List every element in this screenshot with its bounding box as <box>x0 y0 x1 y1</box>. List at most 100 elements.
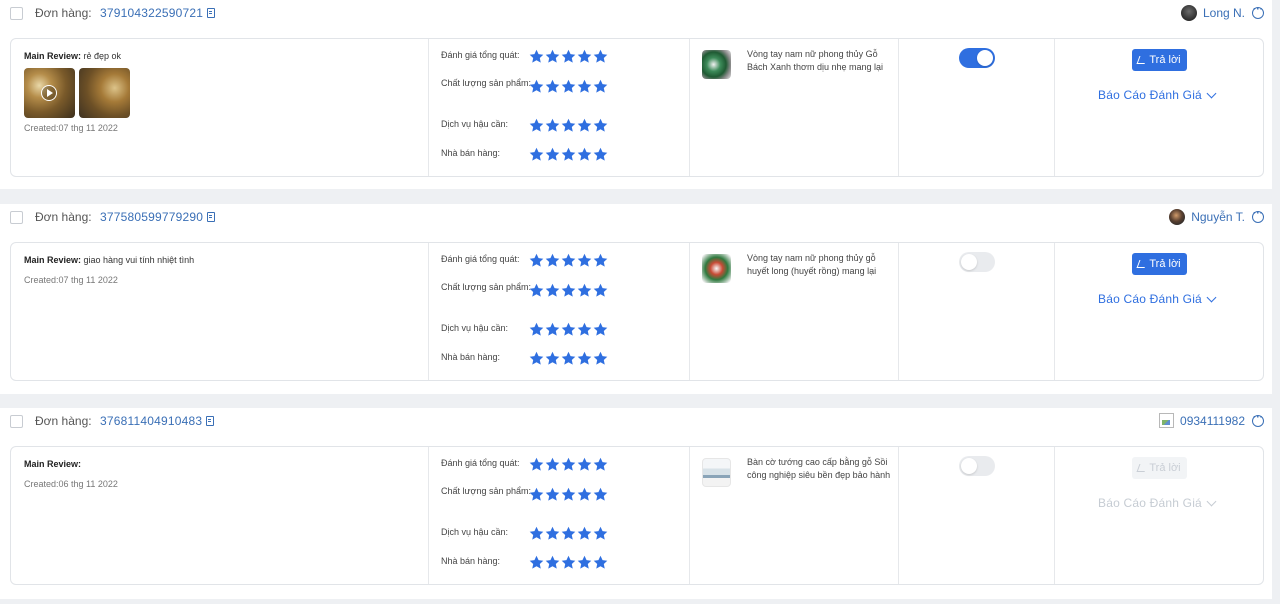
product-image[interactable] <box>702 254 731 283</box>
reply-button[interactable]: Trả lời <box>1132 457 1187 479</box>
star-icon <box>529 457 544 472</box>
rating-label: Dịch vụ hậu cần: <box>441 119 509 129</box>
star-icon <box>561 49 576 64</box>
reply-button[interactable]: Trả lời <box>1132 49 1187 71</box>
reply-button[interactable]: Trả lời <box>1132 253 1187 275</box>
star-icon <box>561 147 576 162</box>
star-icon <box>561 457 576 472</box>
product-column: Vòng tay nam nữ phong thủy gỗ huyết long… <box>690 243 899 380</box>
star-icon <box>545 351 560 366</box>
report-label: Báo Cáo Đánh Giá <box>1098 88 1202 102</box>
star-icon <box>529 253 544 268</box>
review-image-thumbnail[interactable] <box>79 68 130 118</box>
star-icon <box>545 487 560 502</box>
more-options-icon[interactable] <box>1252 4 1264 19</box>
star-icon <box>529 322 544 337</box>
order-id-link[interactable]: 379104322590721 <box>100 6 216 20</box>
star-icon <box>577 487 592 502</box>
product-name[interactable]: Vòng tay nam nữ phong thủy Gỗ Bách Xanh … <box>747 48 895 74</box>
star-icon <box>593 487 608 502</box>
review-media <box>24 68 130 118</box>
star-icon <box>545 79 560 94</box>
pencil-icon <box>1136 464 1148 472</box>
order-id-link[interactable]: 376811404910483 <box>100 414 215 428</box>
order-checkbox[interactable] <box>10 7 23 20</box>
product-image[interactable] <box>702 50 731 79</box>
more-options-icon[interactable] <box>1252 412 1264 427</box>
rating-label: Dịch vụ hậu cần: <box>441 323 509 333</box>
visibility-column <box>899 243 1055 380</box>
star-icon <box>545 118 560 133</box>
reviewer-name: Nguyễn T. <box>1191 210 1245 224</box>
created-date: Created:07 thg 11 2022 <box>24 123 118 133</box>
review-column: Main Review: rẻ đẹp ok Created:07 thg 11… <box>11 39 429 176</box>
main-review-label: Main Review: <box>24 51 82 61</box>
review-video-thumbnail[interactable] <box>24 68 75 118</box>
star-icon <box>577 555 592 570</box>
visibility-toggle[interactable] <box>959 252 995 272</box>
chevron-down-icon <box>1206 88 1217 98</box>
chevron-down-icon <box>1206 496 1217 506</box>
ratings-column: Đánh giá tổng quát: Chất lượng sản phẩm: D… <box>429 447 690 584</box>
star-icon <box>529 526 544 541</box>
rating-label: Nhà bán hàng: <box>441 556 501 566</box>
order-block: Đơn hàng: 376811404910483 0934111982 Mai… <box>0 408 1272 599</box>
reviewer-name: 0934111982 <box>1180 413 1245 428</box>
product-name[interactable]: Bàn cờ tướng cao cấp bằng gỗ Sồi công ng… <box>747 456 895 482</box>
product-name[interactable]: Vòng tay nam nữ phong thủy gỗ huyết long… <box>747 252 895 278</box>
star-icon <box>593 322 608 337</box>
order-header: Đơn hàng: 379104322590721 Long N. <box>0 0 1272 28</box>
star-icon <box>561 351 576 366</box>
star-icon <box>593 79 608 94</box>
rating-label: Chất lượng sản phẩm: <box>441 486 531 496</box>
rating-label: Đánh giá tổng quát: <box>441 254 520 264</box>
copy-icon[interactable] <box>206 416 215 426</box>
reply-label: Trả lời <box>1149 258 1181 270</box>
reviewer[interactable]: Nguyễn T. <box>1169 209 1245 225</box>
more-options-icon[interactable] <box>1252 208 1264 223</box>
star-rating <box>529 147 608 162</box>
rating-label: Đánh giá tổng quát: <box>441 458 520 468</box>
star-icon <box>529 49 544 64</box>
star-icon <box>593 253 608 268</box>
order-checkbox[interactable] <box>10 415 23 428</box>
order-id-link[interactable]: 377580599779290 <box>100 210 216 224</box>
reviewer[interactable]: 0934111982 <box>1159 413 1245 428</box>
rating-label: Nhà bán hàng: <box>441 148 501 158</box>
star-rating <box>529 79 608 94</box>
review-column: Main Review: Created:06 thg 11 2022 <box>11 447 429 584</box>
report-review-dropdown[interactable]: Báo Cáo Đánh Giá <box>1098 292 1217 306</box>
order-block: Đơn hàng: 377580599779290 Nguyễn T. Main… <box>0 204 1272 394</box>
star-icon <box>577 118 592 133</box>
order-label: Đơn hàng: <box>35 6 92 20</box>
reply-label: Trả lời <box>1149 54 1181 66</box>
report-review-dropdown[interactable]: Báo Cáo Đánh Giá <box>1098 496 1217 510</box>
report-label: Báo Cáo Đánh Giá <box>1098 496 1202 510</box>
copy-icon[interactable] <box>207 212 216 222</box>
star-icon <box>593 351 608 366</box>
report-label: Báo Cáo Đánh Giá <box>1098 292 1202 306</box>
pencil-icon <box>1136 260 1148 268</box>
avatar <box>1159 413 1175 428</box>
star-rating <box>529 457 608 472</box>
star-icon <box>545 457 560 472</box>
actions-column: Trả lời Báo Cáo Đánh Giá <box>1055 243 1265 380</box>
created-date: Created:07 thg 11 2022 <box>24 275 118 285</box>
created-date: Created:06 thg 11 2022 <box>24 479 118 489</box>
copy-icon[interactable] <box>207 8 216 18</box>
order-block: Đơn hàng: 379104322590721 Long N. Main R… <box>0 0 1272 189</box>
report-review-dropdown[interactable]: Báo Cáo Đánh Giá <box>1098 88 1217 102</box>
star-rating <box>529 118 608 133</box>
visibility-toggle[interactable] <box>959 48 995 68</box>
star-icon <box>593 118 608 133</box>
star-icon <box>529 351 544 366</box>
visibility-toggle[interactable] <box>959 456 995 476</box>
main-review-label: Main Review: <box>24 255 82 265</box>
main-review-text: giao hàng vui tính nhiệt tình <box>83 255 195 265</box>
order-checkbox[interactable] <box>10 211 23 224</box>
avatar <box>1180 5 1197 21</box>
toggle-knob <box>961 254 977 270</box>
product-image[interactable] <box>702 458 731 487</box>
star-icon <box>593 555 608 570</box>
reviewer[interactable]: Long N. <box>1180 5 1245 21</box>
